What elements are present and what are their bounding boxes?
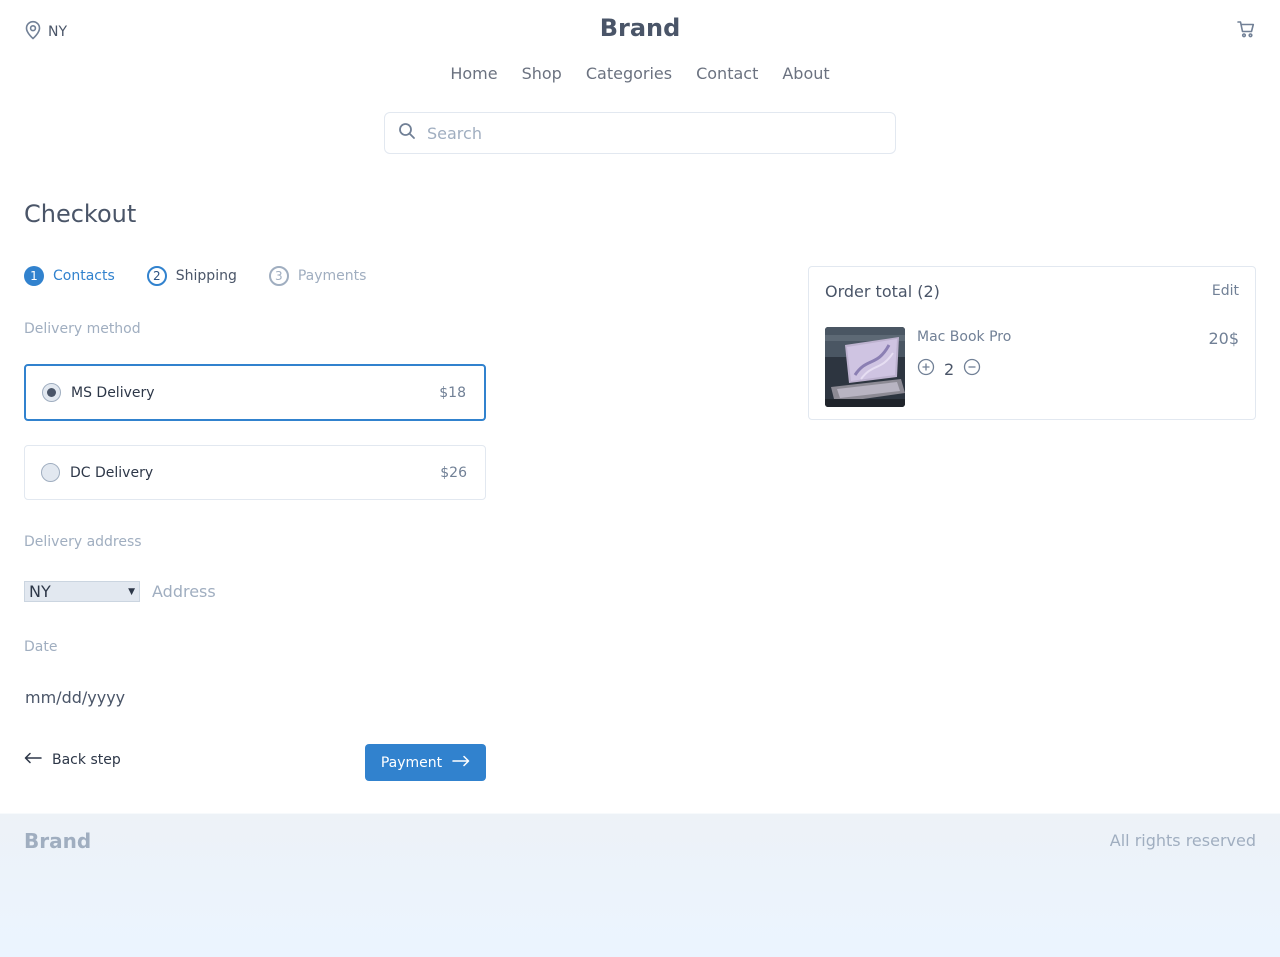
nav-about[interactable]: About	[782, 64, 829, 83]
plus-circle-icon	[917, 358, 935, 380]
order-summary: Order total (2) Edit Mac Book Pro 20$ 2	[808, 266, 1256, 420]
back-step-button[interactable]: Back step	[24, 752, 121, 768]
radio-dot	[47, 388, 56, 397]
option-name: DC Delivery	[70, 464, 154, 481]
search-icon	[397, 121, 417, 145]
step-number: 2	[146, 266, 167, 286]
quantity-stepper: 2	[917, 358, 981, 380]
location-label: NY	[48, 24, 68, 40]
step-contacts[interactable]: 1 Contacts	[24, 266, 115, 286]
search-bar	[384, 112, 896, 154]
footer: Brand All rights reserved	[0, 813, 1280, 957]
quantity-value: 2	[944, 359, 955, 379]
cart-button[interactable]	[1236, 19, 1256, 43]
nav-categories[interactable]: Categories	[586, 64, 672, 83]
radio-unselected[interactable]	[41, 463, 60, 482]
radio-selected[interactable]	[42, 383, 61, 402]
chevron-down-icon: ▼	[128, 586, 135, 597]
brand-logo[interactable]: Brand	[600, 14, 681, 42]
payment-button[interactable]: Payment	[365, 744, 486, 781]
nav-shop[interactable]: Shop	[522, 64, 562, 83]
delivery-option-ms[interactable]: MS Delivery $18	[24, 364, 486, 421]
step-payments[interactable]: 3 Payments	[268, 266, 367, 286]
increase-quantity-button[interactable]	[917, 358, 935, 380]
step-label: Shipping	[175, 268, 237, 284]
step-label: Payments	[297, 268, 367, 284]
option-price: $26	[440, 464, 467, 481]
step-number: 1	[24, 266, 44, 286]
search-input[interactable]	[427, 123, 867, 143]
payment-button-label: Payment	[380, 754, 443, 771]
step-number: 3	[268, 266, 289, 286]
checkout-steps: 1 Contacts 2 Shipping 3 Payments	[24, 266, 366, 286]
product-price: 20$	[1208, 329, 1239, 348]
nav-home[interactable]: Home	[450, 64, 497, 83]
top-bar: NY Brand	[0, 0, 1280, 60]
minus-circle-icon	[963, 358, 981, 380]
shopping-cart-icon	[1236, 21, 1256, 43]
date-label: Date	[24, 639, 58, 655]
address-input[interactable]	[152, 582, 452, 601]
map-pin-icon	[24, 20, 42, 44]
decrease-quantity-button[interactable]	[963, 358, 981, 380]
delivery-method-label: Delivery method	[24, 321, 141, 337]
state-select[interactable]: NY ▼	[24, 581, 140, 602]
option-name: MS Delivery	[71, 384, 155, 401]
nav-contact[interactable]: Contact	[696, 64, 758, 83]
edit-order-link[interactable]: Edit	[1212, 283, 1239, 299]
step-label: Contacts	[53, 268, 115, 284]
option-price: $18	[439, 384, 466, 401]
footer-rights: All rights reserved	[1109, 831, 1256, 850]
back-step-label: Back step	[52, 752, 121, 768]
arrow-left-icon	[24, 752, 42, 768]
location-selector[interactable]: NY	[24, 20, 67, 44]
main-nav: Home Shop Categories Contact About	[0, 64, 1280, 83]
state-value: NY	[29, 582, 51, 601]
date-input[interactable]	[25, 688, 225, 707]
step-shipping[interactable]: 2 Shipping	[146, 266, 237, 286]
address-row: NY ▼	[24, 581, 452, 602]
footer-brand[interactable]: Brand	[24, 829, 91, 853]
page-title: Checkout	[24, 200, 137, 228]
order-total-title: Order total (2)	[825, 282, 940, 301]
product-image	[825, 327, 905, 407]
arrow-right-icon	[452, 755, 470, 771]
product-name: Mac Book Pro	[917, 329, 1012, 345]
delivery-address-label: Delivery address	[24, 534, 142, 550]
delivery-option-dc[interactable]: DC Delivery $26	[24, 445, 486, 500]
